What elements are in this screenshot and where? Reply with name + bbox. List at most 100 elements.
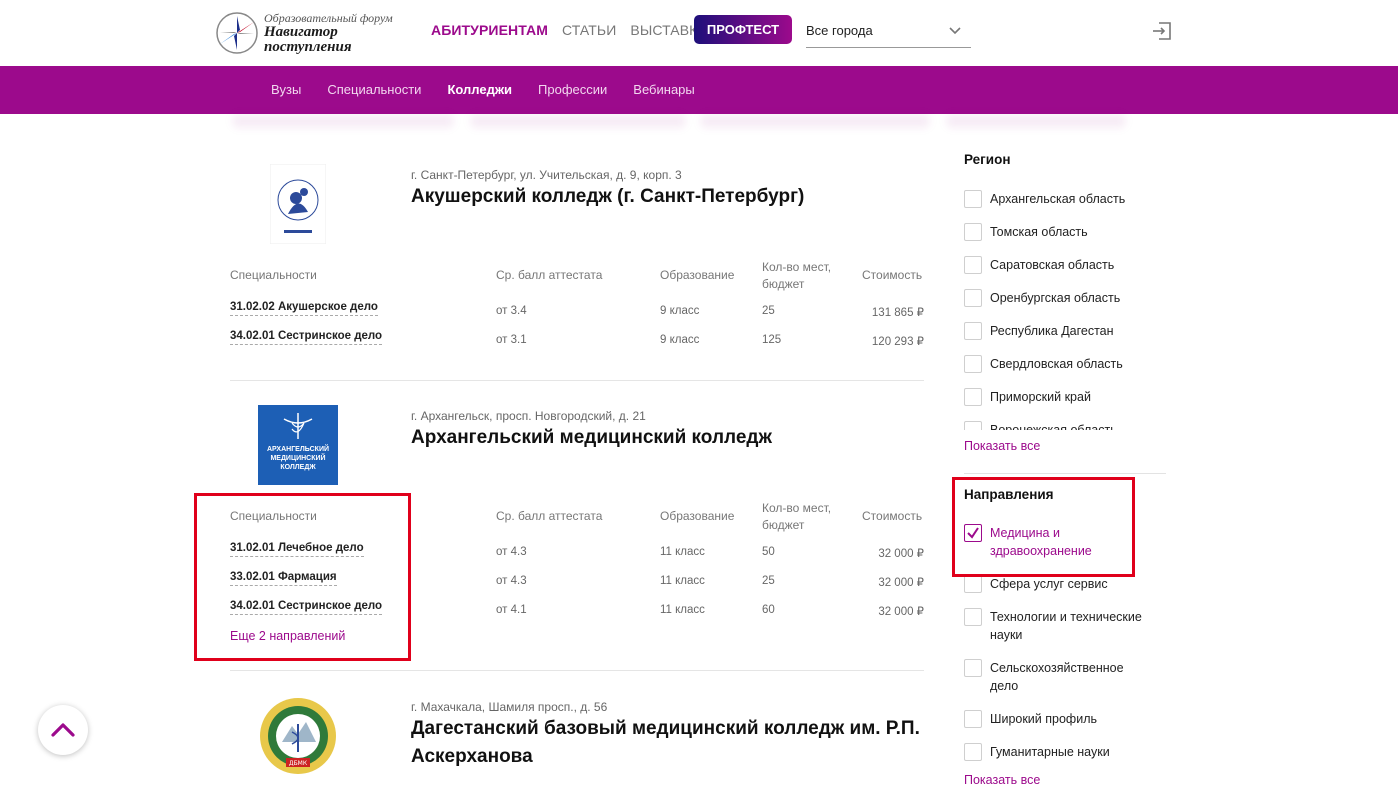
- college-address: г. Санкт-Петербург, ул. Учительская, д. …: [411, 168, 682, 182]
- subnav-professions[interactable]: Профессии: [538, 82, 607, 97]
- header-places: Кол-во мест, бюджет: [762, 259, 831, 293]
- compass-logo-icon: [216, 12, 258, 54]
- specialty-link[interactable]: 31.02.02 Акушерское дело: [230, 301, 378, 316]
- row-score: от 4.3: [496, 575, 527, 587]
- college-logo-icon[interactable]: ДБМК: [258, 696, 338, 776]
- direction-option-label: науки: [990, 628, 1023, 642]
- region-list[interactable]: Архангельская область Томская область Са…: [964, 186, 1164, 430]
- checkbox[interactable]: [964, 355, 982, 373]
- chevron-down-icon: [949, 26, 961, 34]
- row-cost: 120 293 ₽: [871, 336, 924, 348]
- region-filter-title: Регион: [964, 152, 1011, 167]
- checkbox[interactable]: [964, 710, 982, 728]
- region-option[interactable]: Саратовская область: [964, 256, 1164, 274]
- direction-option-label: дело: [990, 679, 1019, 693]
- region-option-label: Республика Дагестан: [990, 324, 1114, 338]
- college-name[interactable]: Дагестанский базовый медицинский колледж…: [411, 715, 921, 771]
- header-score: Ср. балл аттестата: [496, 268, 603, 282]
- filter-divider: [964, 473, 1166, 474]
- header-places-line1: Кол-во мест,: [762, 501, 832, 515]
- header-cost: Стоимость: [862, 268, 923, 282]
- checkbox[interactable]: [964, 388, 982, 406]
- college-logo-icon[interactable]: [270, 164, 326, 244]
- direction-option-label: Технологии и технические: [990, 610, 1142, 624]
- header-education: Образование: [660, 509, 735, 523]
- checkbox[interactable]: [964, 575, 982, 593]
- checkbox[interactable]: [964, 743, 982, 761]
- region-option[interactable]: Томская область: [964, 223, 1164, 241]
- row-places: 25: [762, 575, 775, 587]
- region-show-all-link[interactable]: Показать все: [964, 439, 1040, 453]
- region-option-label: Оренбургская область: [990, 291, 1121, 305]
- row-score: от 4.3: [496, 546, 527, 558]
- header-specialties: Специальности: [230, 268, 317, 282]
- college-logo[interactable]: АРХАНГЕЛЬСКИЙ МЕДИЦИНСКИЙ КОЛЛЕДЖ: [258, 405, 338, 485]
- direction-option[interactable]: Сельскохозяйственное дело: [964, 659, 1164, 695]
- region-option-label: Саратовская область: [990, 258, 1115, 272]
- college-address: г. Махачкала, Шамиля просп., д. 56: [411, 700, 608, 714]
- subnav-universities[interactable]: Вузы: [271, 82, 301, 97]
- header-places-line1: Кол-во мест,: [762, 260, 832, 274]
- region-option[interactable]: Республика Дагестан: [964, 322, 1164, 340]
- scroll-to-top-button[interactable]: [38, 705, 88, 755]
- direction-option[interactable]: Широкий профиль: [964, 710, 1164, 728]
- direction-option[interactable]: Технологии и технические науки: [964, 608, 1164, 644]
- checkbox[interactable]: [964, 223, 982, 241]
- logo-subtitle: Образовательный форум: [264, 11, 393, 25]
- row-education: 11 класс: [660, 575, 705, 587]
- logo-text-line3: КОЛЛЕДЖ: [280, 464, 316, 471]
- row-cost: 32 000 ₽: [878, 548, 924, 560]
- region-option[interactable]: Приморский край: [964, 388, 1164, 406]
- direction-option[interactable]: Сфера услуг сервис: [964, 575, 1164, 593]
- specialty-link[interactable]: 34.02.01 Сестринское дело: [230, 330, 383, 345]
- page: Образовательный форум Навигатор поступле…: [0, 0, 1398, 794]
- college-name[interactable]: Акушерский колледж (г. Санкт-Петербург): [411, 183, 921, 211]
- logo-text-line1: АРХАНГЕЛЬСКИЙ: [266, 446, 330, 453]
- logo-abbr: ДБМК: [289, 760, 308, 767]
- card-divider: [230, 670, 924, 671]
- checkbox[interactable]: [964, 608, 982, 626]
- sub-nav: Вузы Специальности Колледжи Профессии Ве…: [0, 66, 1398, 114]
- header-education: Образование: [660, 268, 735, 282]
- checkbox[interactable]: [964, 421, 982, 430]
- direction-option-label: Сфера услуг сервис: [990, 577, 1108, 591]
- logo-title-2: поступления: [264, 39, 352, 55]
- checkbox[interactable]: [964, 289, 982, 307]
- proftest-button[interactable]: ПРОФТЕСТ: [694, 15, 792, 44]
- city-select[interactable]: Все города: [806, 14, 971, 48]
- direction-option-label: Широкий профиль: [990, 712, 1097, 726]
- row-education: 9 класс: [660, 305, 700, 317]
- login-icon[interactable]: [1151, 20, 1173, 42]
- region-option[interactable]: Оренбургская область: [964, 289, 1164, 307]
- city-select-value: Все города: [806, 23, 873, 38]
- row-places: 60: [762, 604, 775, 616]
- chevron-up-icon: [51, 723, 75, 737]
- college-name[interactable]: Архангельский медицинский колледж: [411, 424, 921, 452]
- region-option[interactable]: Свердловская область: [964, 355, 1164, 373]
- row-education: 11 класс: [660, 604, 705, 616]
- top-nav: АБИТУРИЕНТАМ СТАТЬИ ВЫСТАВКА: [431, 22, 721, 38]
- subnav-colleges[interactable]: Колледжи: [447, 82, 512, 97]
- highlight-box-directions: [952, 477, 1135, 577]
- checkbox[interactable]: [964, 190, 982, 208]
- row-cost: 32 000 ₽: [878, 577, 924, 589]
- row-places: 25: [762, 305, 775, 317]
- checkbox[interactable]: [964, 659, 982, 677]
- directions-show-all-link[interactable]: Показать все: [964, 773, 1040, 787]
- direction-option-label: Гуманитарные науки: [990, 745, 1110, 759]
- highlight-box-specialties: [194, 493, 411, 661]
- nav-abiturientam[interactable]: АБИТУРИЕНТАМ: [431, 22, 548, 38]
- site-logo[interactable]: Образовательный форум Навигатор поступле…: [214, 8, 414, 58]
- header-places-line2: бюджет: [762, 277, 805, 291]
- subnav-specialties[interactable]: Специальности: [327, 82, 421, 97]
- region-option[interactable]: Архангельская область: [964, 190, 1164, 208]
- nav-articles[interactable]: СТАТЬИ: [562, 22, 616, 38]
- subnav-webinars[interactable]: Вебинары: [633, 82, 694, 97]
- row-cost: 32 000 ₽: [878, 606, 924, 618]
- checkbox[interactable]: [964, 322, 982, 340]
- row-education: 9 класс: [660, 334, 700, 346]
- region-option[interactable]: Воронежская область: [964, 421, 1164, 430]
- region-option-label: Архангельская область: [990, 192, 1126, 206]
- checkbox[interactable]: [964, 256, 982, 274]
- direction-option[interactable]: Гуманитарные науки: [964, 743, 1164, 761]
